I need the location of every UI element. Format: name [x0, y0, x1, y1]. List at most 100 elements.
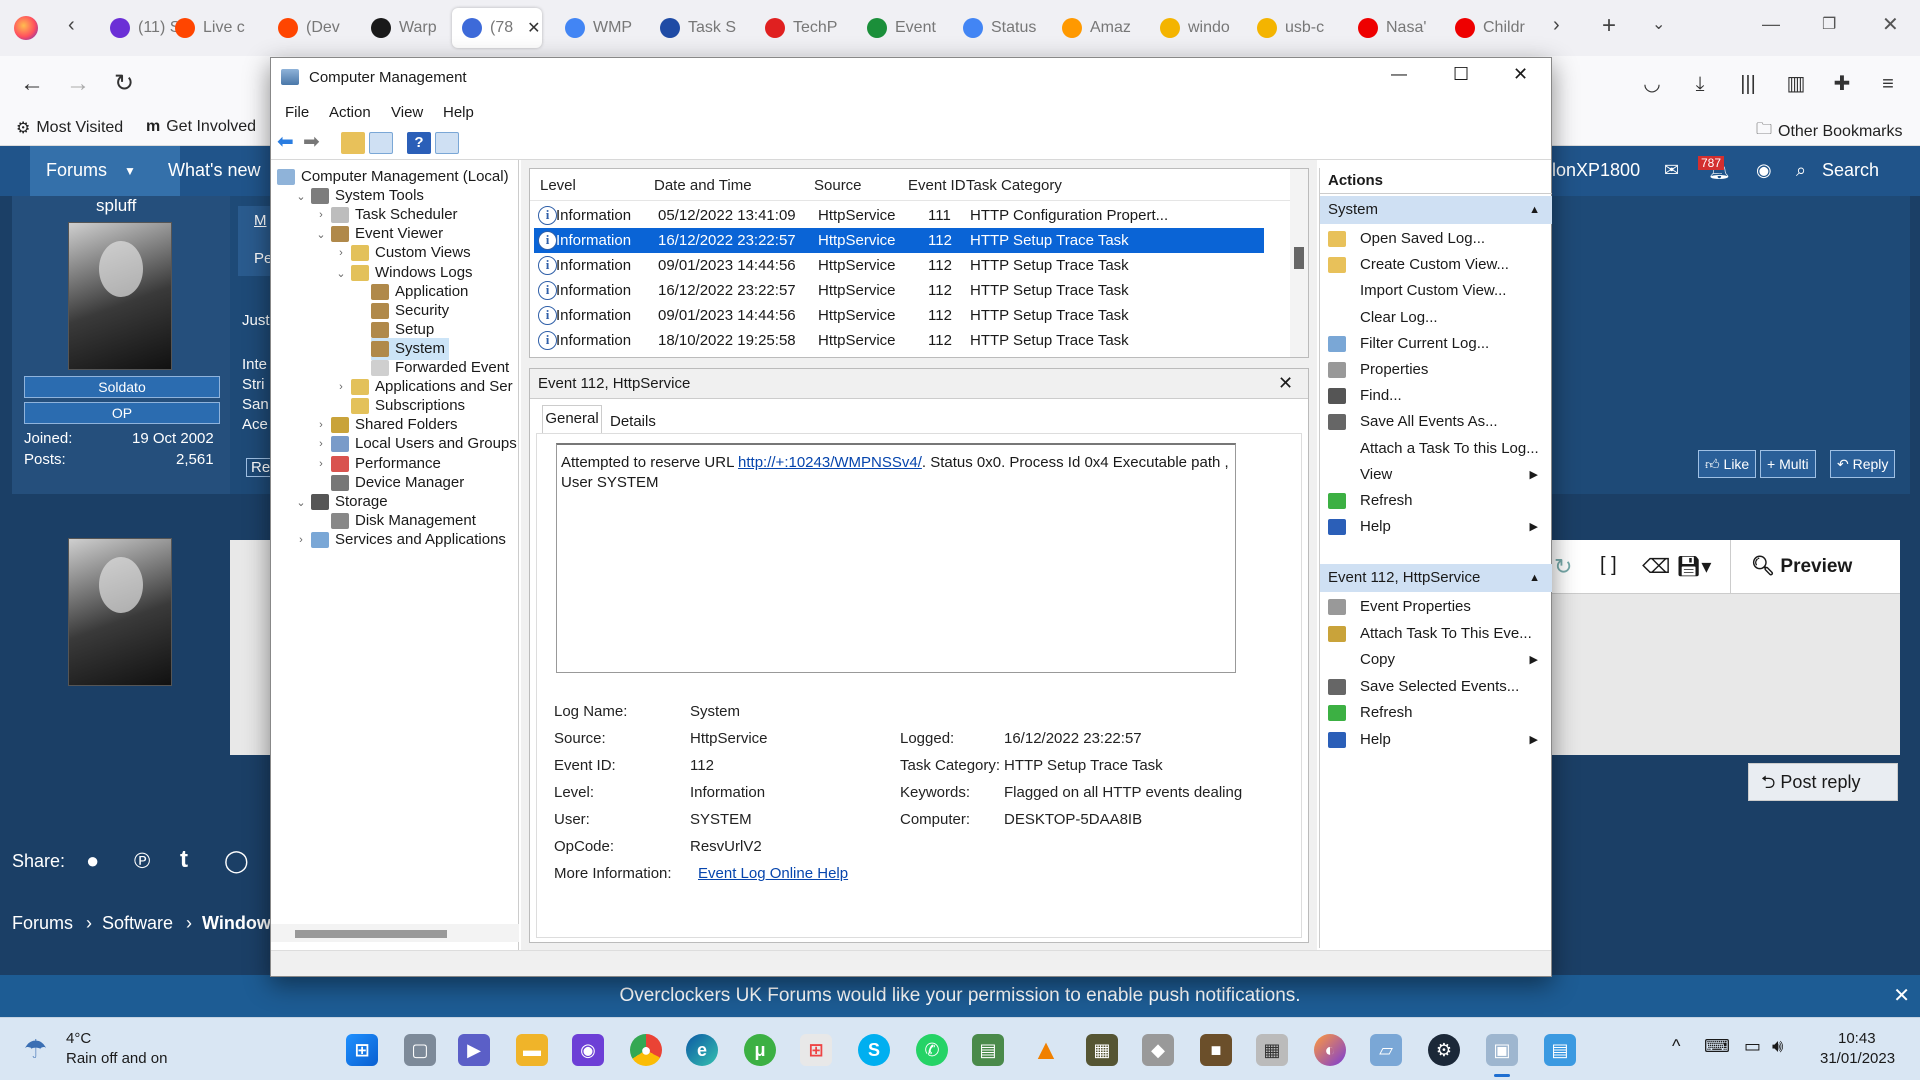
- expand-arrow-icon[interactable]: ›: [315, 438, 327, 450]
- network-icon[interactable]: ▭: [1744, 1036, 1761, 1057]
- collapse-section-icon[interactable]: ▲: [1529, 564, 1540, 592]
- menu-file[interactable]: File: [285, 104, 309, 121]
- tree-horizontal-scrollbar[interactable]: [271, 924, 519, 942]
- collapse-arrow-icon[interactable]: ⌄: [295, 496, 307, 509]
- expand-arrow-icon[interactable]: ›: [315, 209, 327, 221]
- column-header-level[interactable]: Level: [540, 177, 576, 194]
- bookmark-other[interactable]: 🗀 Other Bookmarks: [1756, 118, 1903, 145]
- expand-arrow-icon[interactable]: ›: [315, 458, 327, 470]
- sidebar-icon[interactable]: ▥: [1780, 68, 1812, 100]
- post-reply-button[interactable]: ⮌ Post reply: [1748, 763, 1898, 801]
- weather-desc[interactable]: Rain off and on: [66, 1050, 167, 1067]
- browser-tab[interactable]: Status: [953, 8, 1041, 48]
- action-item[interactable]: Clear Log...: [1320, 305, 1552, 331]
- app-icon[interactable]: ◆: [1142, 1034, 1174, 1066]
- volume-icon[interactable]: 🔊︎: [1772, 1036, 1783, 1057]
- action-item[interactable]: Properties: [1320, 357, 1552, 383]
- clock-time[interactable]: 10:43: [1838, 1030, 1876, 1047]
- browser-close-icon[interactable]: ✕: [1882, 12, 1899, 37]
- nav-forums-dropdown-icon[interactable]: ▼: [124, 164, 136, 178]
- collapse-arrow-icon[interactable]: ⌄: [315, 228, 327, 241]
- palette-icon[interactable]: ◉: [1756, 160, 1772, 181]
- weather-temp[interactable]: 4°C: [66, 1030, 91, 1047]
- downloads-icon[interactable]: ⤓: [1684, 68, 1716, 100]
- expand-arrow-icon[interactable]: ›: [335, 381, 347, 393]
- extensions-icon[interactable]: ✚: [1826, 68, 1858, 100]
- browser-tab[interactable]: Live c: [165, 8, 253, 48]
- forum-search[interactable]: Search: [1822, 160, 1879, 181]
- task-view-icon[interactable]: ▢: [404, 1034, 436, 1066]
- tab-list-icon[interactable]: ⌄: [1652, 14, 1665, 34]
- back-arrow-icon[interactable]: ←: [16, 68, 48, 100]
- column-header-task-category[interactable]: Task Category: [966, 177, 1062, 194]
- app-icon[interactable]: ▤: [972, 1034, 1004, 1066]
- browser-tab[interactable]: (78 ✕: [452, 8, 542, 48]
- notepad-icon[interactable]: ▤: [1544, 1034, 1576, 1066]
- action-item[interactable]: Refresh: [1320, 700, 1552, 726]
- event-message-box[interactable]: Attempted to reserve URL http://+:10243/…: [556, 443, 1236, 673]
- message-url-link[interactable]: http://+:10243/WMPNSSv4/: [738, 454, 922, 471]
- event-row[interactable]: i Information 16/12/2022 23:22:57 HttpServi…: [534, 278, 1264, 303]
- inbox-icon[interactable]: ✉: [1664, 160, 1679, 181]
- browser-tab[interactable]: Warp: [361, 8, 449, 48]
- media-player-icon[interactable]: ◉: [572, 1034, 604, 1066]
- actions-section-event[interactable]: Event 112, HttpService ▲: [1320, 564, 1552, 592]
- action-item[interactable]: Save All Events As...: [1320, 409, 1552, 435]
- browser-tab[interactable]: Childr: [1445, 8, 1533, 48]
- post-username[interactable]: spluff: [96, 196, 136, 216]
- calculator-icon[interactable]: ▦: [1256, 1034, 1288, 1066]
- menu-action[interactable]: Action: [329, 104, 371, 121]
- start-icon[interactable]: ⊞: [346, 1034, 378, 1066]
- browser-minimize-icon[interactable]: —: [1762, 14, 1780, 35]
- utorrent-icon[interactable]: μ: [744, 1034, 776, 1066]
- chrome-icon[interactable]: ●: [630, 1034, 662, 1066]
- browser-tab[interactable]: WMP: [555, 8, 643, 48]
- action-item[interactable]: Help ▶: [1320, 727, 1552, 753]
- event-list-scrollbar[interactable]: [1290, 169, 1308, 357]
- column-header-event-id[interactable]: Event ID: [908, 177, 966, 194]
- teams-icon[interactable]: ▶: [458, 1034, 490, 1066]
- nav-forums[interactable]: Forums: [46, 160, 107, 181]
- event-log-online-help-link[interactable]: Event Log Online Help: [698, 865, 848, 882]
- action-item[interactable]: Help ▶: [1320, 514, 1552, 540]
- weather-rain-icon[interactable]: ☂: [24, 1034, 47, 1065]
- scrollbar-thumb[interactable]: [295, 930, 447, 938]
- share-pinterest-icon[interactable]: ℗: [134, 848, 150, 874]
- action-item[interactable]: Refresh: [1320, 488, 1552, 514]
- eraser-icon[interactable]: ⌫: [1642, 554, 1670, 579]
- collapse-arrow-icon[interactable]: ⌄: [335, 267, 347, 280]
- forward-arrow-icon[interactable]: →: [62, 68, 94, 100]
- back-icon[interactable]: ⬅: [277, 132, 301, 154]
- steam-icon[interactable]: ⚙: [1428, 1034, 1460, 1066]
- whatsapp-icon[interactable]: ✆: [916, 1034, 948, 1066]
- expand-arrow-icon[interactable]: ›: [315, 419, 327, 431]
- browser-tab[interactable]: windo: [1150, 8, 1238, 48]
- app-icon[interactable]: ▦: [1086, 1034, 1118, 1066]
- window-maximize-icon[interactable]: ☐: [1453, 64, 1469, 85]
- nav-whats-new[interactable]: What's new: [168, 160, 260, 181]
- tab-scroll-left-icon[interactable]: ‹: [68, 14, 75, 37]
- tab-scroll-right-icon[interactable]: ›: [1553, 14, 1560, 37]
- like-button[interactable]: 👍︎ Like: [1698, 450, 1757, 478]
- file-explorer-icon[interactable]: ▬: [516, 1034, 548, 1066]
- column-header-date[interactable]: Date and Time: [654, 177, 752, 194]
- breadcrumb-forums[interactable]: Forums: [12, 913, 73, 934]
- share-reddit-icon[interactable]: ●: [86, 848, 99, 874]
- action-item[interactable]: Import Custom View...: [1320, 278, 1552, 304]
- keyboard-icon[interactable]: ⌨: [1704, 1036, 1730, 1057]
- collapse-arrow-icon[interactable]: ⌄: [295, 190, 307, 203]
- firefox-icon[interactable]: [14, 16, 38, 40]
- action-item[interactable]: Filter Current Log...: [1320, 331, 1552, 357]
- tab-close-icon[interactable]: ✕: [527, 18, 540, 38]
- preview-button[interactable]: 🔍︎ Preview: [1730, 540, 1900, 594]
- tab-general[interactable]: General: [542, 405, 602, 433]
- bbcode-icon[interactable]: [ ]: [1600, 554, 1617, 577]
- user-avatar[interactable]: [68, 222, 172, 370]
- detail-close-icon[interactable]: ✕: [1278, 373, 1293, 394]
- edge-icon[interactable]: e: [686, 1034, 718, 1066]
- browser-tab[interactable]: Amaz: [1052, 8, 1140, 48]
- event-row[interactable]: i Information 09/01/2023 14:44:56 HttpServi…: [534, 303, 1264, 328]
- minecraft-icon[interactable]: ■: [1200, 1034, 1232, 1066]
- breadcrumb-windows[interactable]: Window: [202, 913, 271, 934]
- action-item[interactable]: Open Saved Log...: [1320, 226, 1552, 252]
